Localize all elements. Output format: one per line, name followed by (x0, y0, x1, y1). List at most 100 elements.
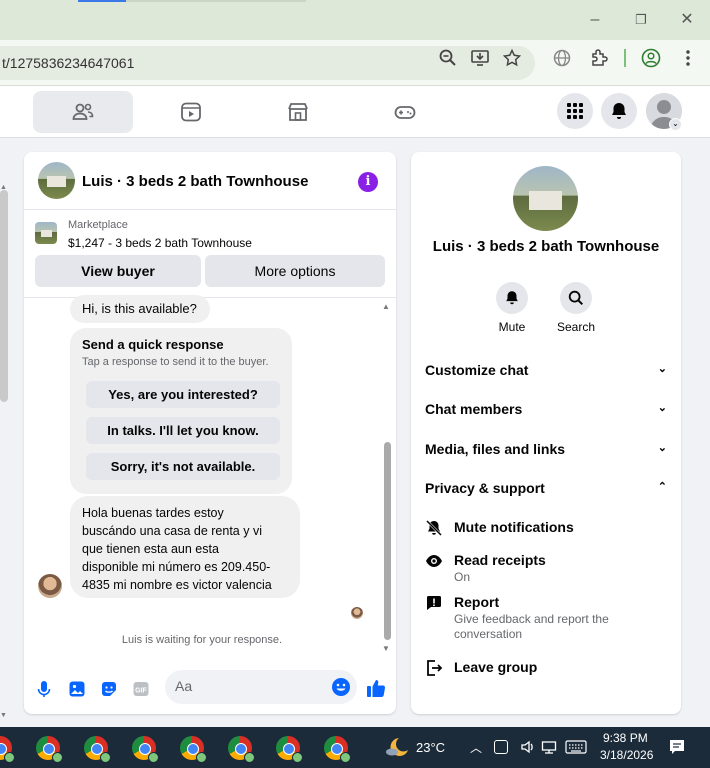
chat-scroll-down-icon[interactable]: ▼ (382, 644, 390, 653)
section-label: Privacy & support (425, 480, 545, 496)
notifications-button[interactable] (601, 93, 637, 129)
bookmark-star-icon[interactable] (502, 48, 522, 68)
quick-response-not-available[interactable]: Sorry, it's not available. (86, 453, 280, 480)
chrome-taskbar-icon[interactable] (180, 736, 207, 763)
search-action[interactable]: Search (551, 282, 601, 334)
photo-icon[interactable] (67, 679, 87, 699)
message-line: buscándo una casa de renta y vi (82, 524, 262, 538)
bell-off-icon (425, 519, 443, 537)
option-title: Report (454, 594, 500, 610)
message-input[interactable] (175, 678, 315, 694)
mute-action[interactable]: Mute (487, 282, 537, 334)
message-input-wrapper (165, 670, 357, 704)
chrome-taskbar-icon[interactable] (84, 736, 111, 763)
keyboard-icon[interactable] (565, 739, 587, 755)
install-app-icon[interactable] (470, 48, 490, 68)
quick-response-subtitle: Tap a response to send it to the buyer. (82, 356, 269, 368)
tab-watch[interactable] (141, 91, 241, 133)
browser-menu-icon[interactable] (678, 48, 698, 68)
option-mute-notifications[interactable]: Mute notifications (425, 519, 665, 539)
account-chevron-icon[interactable]: ⌄ (669, 118, 682, 131)
mute-label: Mute (498, 320, 526, 334)
message-line: 4835 mi nombre es victor valencia (82, 578, 272, 592)
chat-title[interactable]: Luis · 3 beds 2 bath Townhouse (82, 173, 308, 190)
tab-marketplace[interactable] (248, 91, 348, 133)
bell-icon (612, 103, 626, 119)
search-icon (560, 282, 592, 314)
scroll-up-icon[interactable]: ▲ (0, 184, 7, 191)
url-text[interactable]: t/1275836234647061 (2, 55, 134, 71)
buyer-avatar[interactable] (38, 574, 62, 598)
search-label: Search (556, 320, 596, 334)
weather-moon-icon[interactable] (384, 735, 408, 759)
option-read-receipts[interactable]: Read receipts On (425, 552, 665, 586)
microphone-icon[interactable] (34, 679, 54, 699)
translate-globe-icon[interactable] (552, 48, 572, 68)
quick-response-in-talks[interactable]: In talks. I'll let you know. (86, 417, 280, 444)
tab-friends[interactable] (33, 91, 133, 133)
chrome-taskbar-icon[interactable] (324, 736, 351, 763)
tab-gaming[interactable] (355, 91, 455, 133)
chat-header: Luis · 3 beds 2 bath Townhouse i (24, 152, 396, 210)
page-scrollbar[interactable] (0, 190, 8, 402)
message-list: Hi, is this available? Send a quick resp… (24, 295, 396, 654)
quick-response-yes[interactable]: Yes, are you interested? (86, 381, 280, 408)
section-label: Chat members (425, 401, 523, 417)
listing-thumbnail[interactable] (38, 162, 75, 199)
zoom-icon[interactable] (438, 48, 458, 68)
listing-price-title[interactable]: $1,247 - 3 beds 2 bath Townhouse (68, 236, 252, 250)
speaker-icon[interactable] (520, 739, 536, 755)
listing-small-thumbnail (35, 222, 57, 244)
option-subtitle: Give feedback and report the conversatio… (454, 612, 609, 641)
clock-date[interactable]: 3/18/2026 (600, 748, 653, 762)
message-line: disponible mi número es 209.450- (82, 560, 271, 574)
chat-info-panel: Luis · 3 beds 2 bath Townhouse Mute Sear… (411, 152, 681, 714)
chat-info-icon[interactable]: i (358, 172, 378, 192)
section-media-files-links[interactable]: Media, files and links ⌄ (425, 441, 667, 457)
clock-time[interactable]: 9:38 PM (603, 731, 648, 745)
chat-scrollbar[interactable] (384, 442, 391, 640)
option-report[interactable]: Report Give feedback and report the conv… (425, 594, 665, 641)
chevron-down-icon: ⌄ (657, 402, 667, 414)
chrome-taskbar-icon[interactable] (0, 736, 15, 763)
section-label: Media, files and links (425, 441, 566, 457)
restore-button[interactable]: ❐ (630, 10, 652, 30)
chrome-taskbar-icon[interactable] (276, 736, 303, 763)
like-thumbs-up-icon[interactable] (365, 677, 387, 699)
gif-icon[interactable]: GIF (131, 679, 151, 699)
chrome-taskbar-icon[interactable] (36, 736, 63, 763)
chrome-taskbar-icon[interactable] (228, 736, 255, 763)
device-icon[interactable] (494, 740, 508, 754)
chevron-down-icon: ⌄ (657, 363, 667, 375)
option-title: Leave group (454, 659, 538, 675)
chat-scroll-up-icon[interactable]: ▲ (382, 302, 390, 311)
network-icon[interactable] (541, 739, 557, 755)
section-label: Customize chat (425, 362, 529, 378)
section-chat-members[interactable]: Chat members ⌄ (425, 401, 667, 417)
menu-grid-button[interactable] (557, 93, 593, 129)
minimize-button[interactable]: – (584, 10, 606, 30)
section-privacy-support[interactable]: Privacy & support ⌃ (425, 480, 667, 496)
leave-icon (425, 659, 443, 677)
view-buyer-button[interactable]: View buyer (35, 255, 201, 287)
option-leave-group[interactable]: Leave group (425, 659, 665, 679)
extensions-icon[interactable] (589, 48, 609, 68)
sticker-icon[interactable] (99, 679, 119, 699)
close-window-button[interactable]: ✕ (676, 10, 698, 30)
more-options-button[interactable]: More options (205, 255, 385, 287)
notification-center-icon[interactable] (668, 738, 686, 756)
temperature[interactable]: 23°C (416, 740, 445, 755)
profile-icon[interactable] (641, 48, 661, 68)
toolbar-divider (624, 49, 626, 67)
active-tab-indicator (78, 0, 126, 2)
emoji-icon[interactable] (331, 677, 351, 697)
section-customize-chat[interactable]: Customize chat ⌄ (425, 362, 667, 378)
scroll-down-icon[interactable]: ▼ (0, 712, 7, 719)
chevron-up-tray-icon[interactable]: ︿ (470, 739, 482, 756)
marketplace-label: Marketplace (68, 219, 128, 231)
option-subtitle: On (454, 570, 471, 584)
listing-profile-image (513, 166, 578, 231)
windows-taskbar: 23°C ︿ 9:38 PM 3/18/2026 (0, 727, 710, 768)
chrome-taskbar-icon[interactable] (132, 736, 159, 763)
marketplace-listing-bar: Marketplace $1,247 - 3 beds 2 bath Townh… (24, 210, 396, 298)
